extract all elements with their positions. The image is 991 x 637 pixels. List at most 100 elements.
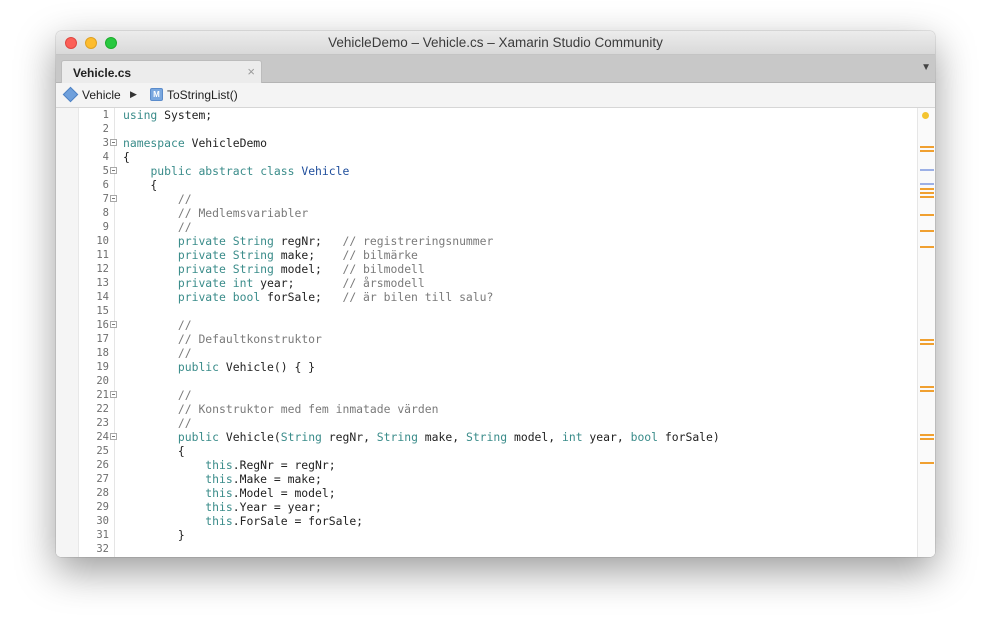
- code-line[interactable]: 5 public abstract class Vehicle: [56, 164, 918, 178]
- line-number: 9: [102, 221, 109, 233]
- code-text: this.Model = model;: [205, 486, 336, 500]
- code-line[interactable]: 22 // Konstruktor med fem inmatade värde…: [56, 402, 918, 416]
- code-text: //: [177, 192, 192, 206]
- code-line[interactable]: 6 {: [56, 178, 918, 192]
- code-text: public Vehicle(String regNr, String make…: [177, 430, 720, 444]
- code-line[interactable]: 27 this.Make = make;: [56, 472, 918, 486]
- overview-marker: [920, 169, 934, 171]
- line-number: 8: [102, 207, 109, 219]
- code-line[interactable]: 28 this.Model = model;: [56, 486, 918, 500]
- line-number: 1: [102, 109, 109, 121]
- line-number: 12: [96, 263, 109, 275]
- line-number: 4: [102, 151, 109, 163]
- line-number: 10: [96, 235, 109, 247]
- line-number: 11: [96, 249, 109, 261]
- code-text: //: [177, 416, 192, 430]
- minimize-window-icon[interactable]: [85, 37, 97, 49]
- code-line[interactable]: 30 this.ForSale = forSale;: [56, 514, 918, 528]
- tab-vehicle-cs[interactable]: Vehicle.cs ×: [61, 60, 262, 83]
- window-title: VehicleDemo – Vehicle.cs – Xamarin Studi…: [328, 35, 663, 50]
- code-line[interactable]: 2: [56, 122, 918, 136]
- overview-marker: [920, 196, 934, 198]
- code-text: namespace VehicleDemo: [123, 136, 268, 150]
- code-line[interactable]: 31 }: [56, 528, 918, 542]
- fold-minus-icon[interactable]: [110, 139, 117, 146]
- line-number: 26: [96, 459, 109, 471]
- code-line[interactable]: 26 this.RegNr = regNr;: [56, 458, 918, 472]
- code-text: private String model; // bilmodell: [177, 262, 425, 276]
- fold-minus-icon[interactable]: [110, 195, 117, 202]
- close-window-icon[interactable]: [65, 37, 77, 49]
- code-text: private String make; // bilmärke: [177, 248, 418, 262]
- code-line[interactable]: 15: [56, 304, 918, 318]
- tab-close-icon[interactable]: ×: [247, 64, 255, 79]
- code-text: this.Make = make;: [205, 472, 322, 486]
- overview-marker: [920, 146, 934, 148]
- code-line[interactable]: 17 // Defaultkonstruktor: [56, 332, 918, 346]
- code-line[interactable]: 21 //: [56, 388, 918, 402]
- code-editor[interactable]: 1 using System; 2 3 namespace VehicleDemo 4{5…: [56, 108, 935, 557]
- line-number: 14: [96, 291, 109, 303]
- code-line[interactable]: 9 //: [56, 220, 918, 234]
- fold-minus-icon[interactable]: [110, 433, 117, 440]
- code-line[interactable]: 14 private bool forSale; // är bilen til…: [56, 290, 918, 304]
- code-line[interactable]: 19 public Vehicle() { }: [56, 360, 918, 374]
- overview-marker: [920, 214, 934, 216]
- overview-marker: [920, 230, 934, 232]
- line-number: 30: [96, 515, 109, 527]
- code-line[interactable]: 23 //: [56, 416, 918, 430]
- line-number: 21: [96, 389, 109, 401]
- maximize-window-icon[interactable]: [105, 37, 117, 49]
- code-text: //: [177, 220, 192, 234]
- code-line[interactable]: 25 {: [56, 444, 918, 458]
- code-line[interactable]: 29 this.Year = year;: [56, 500, 918, 514]
- line-number: 17: [96, 333, 109, 345]
- code-line[interactable]: 1 using System;: [56, 108, 918, 122]
- title-bar[interactable]: VehicleDemo – Vehicle.cs – Xamarin Studi…: [56, 31, 935, 55]
- fold-minus-icon[interactable]: [110, 391, 117, 398]
- overview-marker: [920, 462, 934, 464]
- code-line[interactable]: 20: [56, 374, 918, 388]
- code-text: public Vehicle() { }: [177, 360, 316, 374]
- overview-ruler[interactable]: [917, 108, 935, 557]
- code-text: {: [123, 178, 158, 192]
- code-text: // Defaultkonstruktor: [177, 332, 322, 346]
- code-text: //: [177, 388, 192, 402]
- overview-marker: [920, 343, 934, 345]
- code-line[interactable]: 7 //: [56, 192, 918, 206]
- code-line[interactable]: 18 //: [56, 346, 918, 360]
- code-line[interactable]: 3 namespace VehicleDemo: [56, 136, 918, 150]
- line-number: 22: [96, 403, 109, 415]
- breadcrumb-method[interactable]: ToStringList(): [167, 88, 238, 102]
- code-line[interactable]: 4{: [56, 150, 918, 164]
- overview-marker: [920, 390, 934, 392]
- code-line[interactable]: 32: [56, 542, 918, 556]
- code-line[interactable]: 8 // Medlemsvariabler: [56, 206, 918, 220]
- line-number: 23: [96, 417, 109, 429]
- method-square-icon: M: [150, 88, 163, 101]
- line-number: 2: [102, 123, 109, 135]
- breadcrumb-class[interactable]: Vehicle: [82, 88, 121, 102]
- code-line[interactable]: 13 private int year; // årsmodell: [56, 276, 918, 290]
- code-line[interactable]: 11 private String make; // bilmärke: [56, 248, 918, 262]
- code-line[interactable]: 10 private String regNr; // registrering…: [56, 234, 918, 248]
- code-text: //: [177, 318, 192, 332]
- fold-minus-icon[interactable]: [110, 167, 117, 174]
- code-text: private bool forSale; // är bilen till s…: [177, 290, 494, 304]
- line-number: 25: [96, 445, 109, 457]
- breadcrumb-separator-icon: ▶: [130, 89, 137, 99]
- overview-marker: [920, 150, 934, 152]
- code-text: private String regNr; // registreringsnu…: [177, 234, 494, 248]
- overview-marker: [920, 183, 934, 185]
- code-text: //: [177, 346, 192, 360]
- code-line[interactable]: 16 //: [56, 318, 918, 332]
- code-line[interactable]: 24 public Vehicle(String regNr, String m…: [56, 430, 918, 444]
- line-number: 27: [96, 473, 109, 485]
- line-number: 3: [102, 137, 109, 149]
- line-number: 13: [96, 277, 109, 289]
- line-number: 31: [96, 529, 109, 541]
- line-number: 24: [96, 431, 109, 443]
- tab-list-dropdown-icon[interactable]: ▼: [921, 62, 931, 73]
- code-line[interactable]: 12 private String model; // bilmodell: [56, 262, 918, 276]
- fold-minus-icon[interactable]: [110, 321, 117, 328]
